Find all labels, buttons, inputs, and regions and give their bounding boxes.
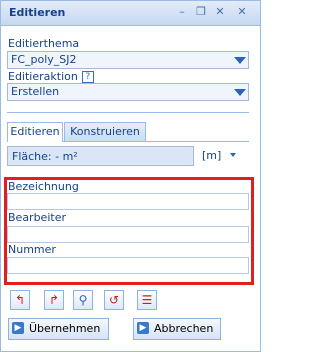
- close-icon[interactable]: ✕: [235, 5, 249, 19]
- area-value: Fläche: - m²: [12, 150, 78, 163]
- cancel-button-label: Abbrechen: [154, 322, 214, 335]
- chevron-down-icon[interactable]: [234, 89, 246, 96]
- theme-value: FC_poly_SJ2: [11, 53, 77, 66]
- unit-selector[interactable]: [m]: [202, 149, 221, 162]
- panel-titlebar: Editieren – ❐ ✕ ✕: [1, 1, 260, 26]
- theme-label: Editierthema: [8, 37, 80, 50]
- field-label-bearbeiter: Bearbeiter: [8, 211, 66, 224]
- action-label: Editieraktion: [8, 70, 78, 83]
- pin-icon[interactable]: ✕: [213, 5, 227, 19]
- redo-icon: ↱: [48, 293, 60, 307]
- help-icon[interactable]: ?: [81, 71, 94, 83]
- action-value: Erstellen: [11, 85, 60, 98]
- action-label-row: Editieraktion?: [8, 70, 94, 83]
- field-label-nummer: Nummer: [8, 243, 56, 256]
- nummer-input[interactable]: [7, 257, 249, 274]
- cancel-button[interactable]: ▶ Abbrechen: [133, 318, 221, 340]
- list-button[interactable]: ☰: [137, 290, 157, 310]
- arrow-right-icon: ▶: [137, 322, 149, 334]
- list-icon: ☰: [141, 293, 153, 307]
- arrow-right-icon: ▶: [12, 322, 24, 334]
- bearbeiter-input[interactable]: [7, 226, 249, 243]
- reset-icon: ↺: [108, 293, 120, 307]
- field-label-bezeichnung: Bezeichnung: [8, 180, 79, 193]
- reset-button[interactable]: ↺: [104, 290, 124, 310]
- restore-icon[interactable]: ❐: [194, 5, 208, 19]
- undo-button[interactable]: ↰: [10, 290, 30, 310]
- unit-dropdown-icon[interactable]: [230, 153, 236, 157]
- tab-strip: Editieren Konstruieren: [7, 122, 249, 142]
- theme-combo[interactable]: FC_poly_SJ2: [7, 51, 249, 69]
- action-combo[interactable]: Erstellen: [7, 83, 249, 101]
- area-display: Fläche: - m²: [7, 146, 194, 166]
- panel-title: Editieren: [9, 6, 66, 19]
- apply-button[interactable]: ▶ Übernehmen: [8, 318, 109, 340]
- divider: [7, 112, 249, 113]
- apply-button-label: Übernehmen: [29, 322, 101, 335]
- edit-panel: Editieren – ❐ ✕ ✕ Editierthema FC_poly_S…: [0, 0, 261, 352]
- redo-button[interactable]: ↱: [44, 290, 64, 310]
- undo-icon: ↰: [14, 293, 26, 307]
- bezeichnung-input[interactable]: [7, 193, 249, 210]
- zoom-button[interactable]: ⚲: [73, 290, 93, 310]
- tab-konstruieren[interactable]: Konstruieren: [64, 122, 146, 141]
- zoom-icon: ⚲: [78, 293, 88, 307]
- chevron-down-icon[interactable]: [234, 57, 246, 64]
- collapse-icon[interactable]: –: [175, 5, 189, 19]
- tab-editieren[interactable]: Editieren: [7, 122, 63, 142]
